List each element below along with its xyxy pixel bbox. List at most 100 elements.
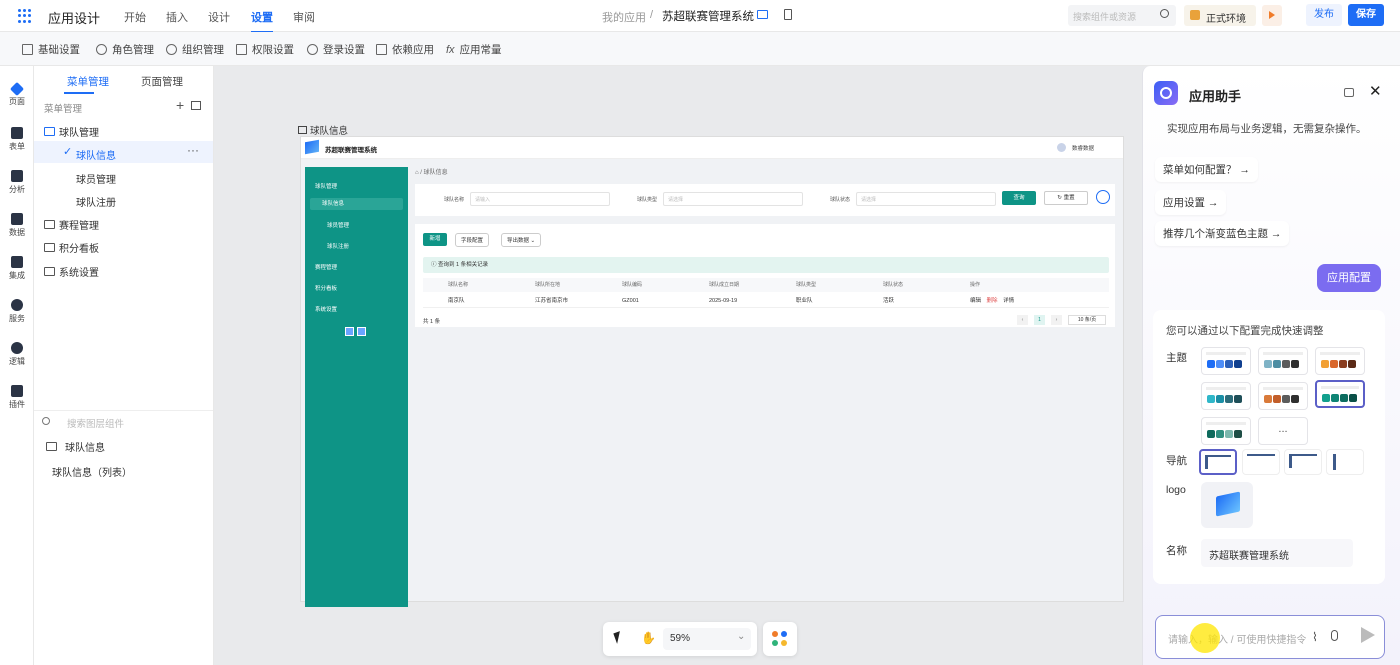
detail-link[interactable]: 详情 xyxy=(1003,298,1014,304)
suggestion-app-settings[interactable]: 应用设置 → xyxy=(1155,190,1227,215)
collapse-icon[interactable] xyxy=(345,327,354,336)
more-themes-button[interactable]: ... xyxy=(1258,417,1308,445)
query-button[interactable]: 查询 xyxy=(1002,191,1036,205)
nav-layout-side[interactable] xyxy=(1326,449,1364,475)
page-preview[interactable]: 苏超联赛管理系统 数睿数据 球队管理 球队信息 球员管理 球队注册 赛程管理 积… xyxy=(300,136,1124,607)
attachment-icon[interactable]: ⌇ xyxy=(1312,630,1318,644)
tab-insert[interactable]: 插入 xyxy=(166,9,188,25)
theme-swatch-6-selected[interactable] xyxy=(1315,380,1365,408)
col-status[interactable]: 球队状态 xyxy=(883,278,970,292)
basic-settings-button[interactable]: 基础设置 xyxy=(22,42,80,57)
tree-item-system-settings[interactable]: 系统设置 xyxy=(44,264,99,279)
preview-nav-schedule[interactable]: 赛程管理 xyxy=(305,262,408,274)
col-type[interactable]: 球队类型 xyxy=(796,278,883,292)
tab-start[interactable]: 开始 xyxy=(124,9,146,25)
col-code[interactable]: 球队编码 xyxy=(622,278,709,292)
add-icon[interactable]: + xyxy=(176,97,184,113)
tree-item-team-register[interactable]: 球队注册 xyxy=(76,194,116,209)
suggestion-blue-themes[interactable]: 推荐几个渐变蓝色主题 → xyxy=(1155,221,1290,246)
env-button[interactable]: 正式环境 xyxy=(1184,5,1256,26)
frame-label[interactable]: 球队信息 xyxy=(298,123,348,137)
tab-settings[interactable]: 设置 xyxy=(251,9,273,33)
theme-swatch-4[interactable] xyxy=(1201,382,1251,410)
preview-button[interactable] xyxy=(1262,5,1282,26)
rail-plugins[interactable]: 插件 xyxy=(0,385,34,410)
components-button[interactable] xyxy=(763,622,797,656)
reset-button[interactable]: ↻ 重置 xyxy=(1044,191,1088,205)
rail-service[interactable]: 服务 xyxy=(0,299,34,324)
publish-button[interactable]: 发布 xyxy=(1306,4,1342,26)
send-icon[interactable] xyxy=(1361,627,1375,643)
nav-layout-left-selected[interactable] xyxy=(1199,449,1237,475)
rail-integration[interactable]: 集成 xyxy=(0,256,34,281)
tree-item-standings[interactable]: 积分看板 xyxy=(44,240,99,255)
suggestion-menu-config[interactable]: 菜单如何配置？ → xyxy=(1155,157,1258,182)
rail-logic[interactable]: 逻辑 xyxy=(0,342,34,367)
filter-icon[interactable] xyxy=(1096,190,1110,204)
layer-search-input[interactable]: 搜索图层组件 xyxy=(67,416,124,430)
theme-swatch-1[interactable] xyxy=(1201,347,1251,375)
desktop-icon[interactable] xyxy=(757,10,768,19)
org-management-button[interactable]: 组织管理 xyxy=(166,42,224,57)
search-icon[interactable] xyxy=(1160,9,1169,18)
rail-data[interactable]: 数据 xyxy=(0,213,34,238)
app-grid-icon[interactable] xyxy=(18,9,32,23)
search-input[interactable]: 搜索组件或资源 xyxy=(1073,10,1136,23)
col-founded[interactable]: 球队成立日期 xyxy=(709,278,796,292)
dependency-app-button[interactable]: 依赖应用 xyxy=(376,42,434,57)
tree-item-schedule[interactable]: 赛程管理 xyxy=(44,217,99,232)
zoom-select[interactable]: 59% ⌄ xyxy=(663,628,751,650)
preview-nav-team-register[interactable]: 球队注册 xyxy=(305,241,408,253)
tree-item-player-management[interactable]: 球员管理 xyxy=(76,171,116,186)
preview-nav-standings[interactable]: 积分看板 xyxy=(305,283,408,295)
search-box[interactable]: 搜索组件或资源 xyxy=(1068,5,1176,26)
delete-link[interactable]: 删除 xyxy=(987,298,998,304)
hand-icon[interactable]: ✋ xyxy=(641,631,656,645)
layer-item-team-info-list[interactable]: 球队信息（列表） xyxy=(52,464,132,479)
tree-item-team-management[interactable]: 球队管理 xyxy=(44,124,99,139)
tree-item-team-info[interactable]: ✓ 球队信息 ··· xyxy=(34,141,213,163)
rail-pages[interactable]: 页面 xyxy=(0,81,34,107)
pointer-icon[interactable] xyxy=(613,631,624,644)
tab-design[interactable]: 设计 xyxy=(208,9,230,25)
role-management-button[interactable]: 角色管理 xyxy=(96,42,154,57)
filter-select-type[interactable]: 请选择 xyxy=(663,192,803,206)
close-icon[interactable]: ✕ xyxy=(1369,82,1382,100)
nav-layout-top-side[interactable] xyxy=(1284,449,1322,475)
add-folder-icon[interactable] xyxy=(191,101,201,110)
theme-swatch-3[interactable] xyxy=(1315,347,1365,375)
logo-preview[interactable] xyxy=(1201,482,1253,528)
tab-page-management[interactable]: 页面管理 xyxy=(141,74,183,89)
tab-review[interactable]: 审阅 xyxy=(293,9,315,25)
preview-nav-player-management[interactable]: 球员管理 xyxy=(305,220,408,232)
save-button[interactable]: 保存 xyxy=(1348,4,1384,26)
app-name-field[interactable]: 苏超联赛管理系统 xyxy=(1201,539,1353,567)
add-button[interactable]: 新增 xyxy=(423,233,447,246)
export-button[interactable]: 导出数据 ⌄ xyxy=(501,233,542,247)
page-size-select[interactable]: 10 条/页 xyxy=(1068,315,1106,325)
col-location[interactable]: 球队所在地 xyxy=(535,278,622,292)
preview-nav-team-info[interactable]: 球队信息 xyxy=(310,198,403,210)
page-number[interactable]: 1 xyxy=(1034,315,1045,325)
rail-forms[interactable]: 表单 xyxy=(0,127,34,152)
theme-swatch-5[interactable] xyxy=(1258,382,1308,410)
login-settings-button[interactable]: 登录设置 xyxy=(307,42,365,57)
col-team-name[interactable]: 球队名称 xyxy=(448,278,535,292)
breadcrumb-root[interactable]: 我的应用 xyxy=(602,9,646,25)
nav-layout-top[interactable] xyxy=(1242,449,1280,475)
filter-input-name[interactable]: 请输入 xyxy=(470,192,610,206)
filter-select-status[interactable]: 请选择 xyxy=(856,192,996,206)
prev-page-icon[interactable]: ‹ xyxy=(1017,315,1028,325)
preview-nav-system[interactable]: 系统设置 xyxy=(305,304,408,316)
tab-menu-management[interactable]: 菜单管理 xyxy=(67,74,109,89)
rail-analysis[interactable]: 分析 xyxy=(0,170,34,195)
expand-icon[interactable] xyxy=(357,327,366,336)
layer-item-team-info[interactable]: 球队信息 xyxy=(46,439,105,454)
microphone-icon[interactable] xyxy=(1331,630,1338,641)
app-constants-button[interactable]: fx 应用常量 xyxy=(446,42,502,57)
field-config-button[interactable]: 字段配置 xyxy=(455,233,490,247)
theme-swatch-7[interactable] xyxy=(1201,417,1251,445)
more-icon[interactable]: ··· xyxy=(187,143,199,157)
mobile-icon[interactable] xyxy=(784,9,792,20)
preview-nav-team-management[interactable]: 球队管理 xyxy=(305,181,408,193)
